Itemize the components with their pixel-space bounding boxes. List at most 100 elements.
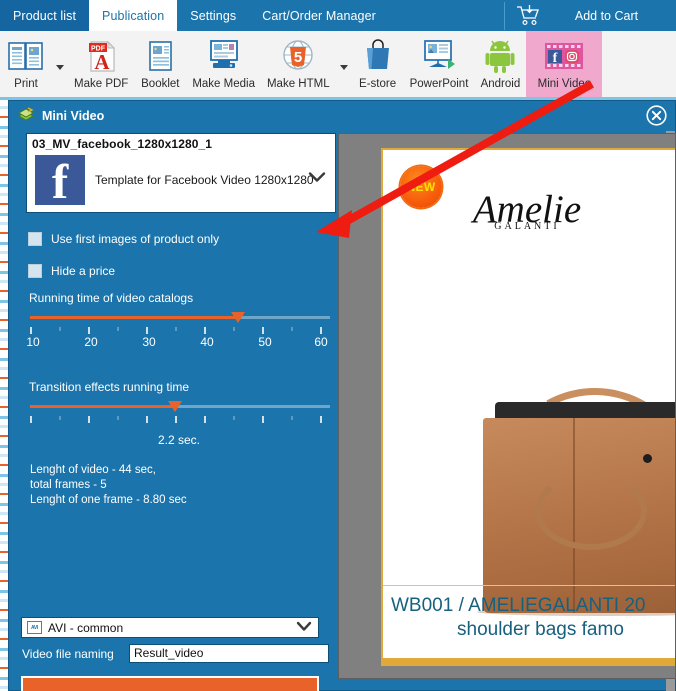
publication-ribbon: Print PDF A Make PDF Booklet Make Media …	[0, 31, 676, 100]
ribbon-make-media-button[interactable]: Make Media	[186, 31, 261, 100]
transition-time-label: Transition effects running time	[29, 380, 190, 394]
tab-product-list[interactable]: Product list	[0, 0, 90, 31]
ribbon-label: Android	[480, 78, 521, 90]
tick-label: 30	[142, 335, 156, 349]
slider-tick-labels: 10 20 30 40 50 60	[26, 335, 330, 351]
tab-label: Cart/Order Manager	[262, 8, 376, 23]
make-html-dropdown-caret[interactable]	[339, 65, 348, 70]
tick-label: 60	[314, 335, 328, 349]
video-info-block: Lenght of video - 44 sec, total frames -…	[30, 463, 187, 508]
social-video-filmstrip-icon: f	[539, 35, 589, 77]
tick-label: 10	[26, 335, 40, 349]
print-dropdown-caret[interactable]	[56, 65, 64, 70]
video-file-naming-input[interactable]: Result_video	[129, 644, 329, 663]
app-window: Product list Publication Settings Cart/O…	[0, 0, 676, 691]
booklet-page-icon	[143, 35, 177, 77]
info-line-2: total frames - 5	[30, 479, 107, 491]
ribbon-mini-video-button[interactable]: f Mini Video	[526, 31, 603, 100]
tab-settings[interactable]: Settings	[177, 0, 249, 31]
ribbon-make-html-button[interactable]: 5 Make HTML	[261, 31, 336, 100]
info-line-1: Lenght of video - 44 sec,	[30, 464, 156, 476]
facebook-logo-glyph: f	[51, 153, 69, 209]
ribbon-booklet-button[interactable]: Booklet	[134, 31, 186, 100]
ribbon-label: Make HTML	[266, 78, 330, 90]
video-preview-panel[interactable]: NEW Amelie GALANTI WB001 / AMELIEGALANTI…	[338, 133, 676, 679]
tick-label: 50	[258, 335, 272, 349]
background-left-strip	[0, 100, 8, 691]
badge-label: NEW	[406, 180, 436, 194]
ribbon-label: Print	[14, 78, 38, 90]
media-monitor-icon	[204, 35, 244, 77]
ribbon-label: Make Media	[192, 78, 255, 90]
info-line-3: Lenght of one frame - 8.80 sec	[30, 494, 187, 506]
add-to-cart-button[interactable]: Add to Cart	[504, 2, 676, 30]
html5-globe-icon: 5	[279, 35, 317, 77]
slider-thumb[interactable]	[168, 401, 182, 412]
checkbox-box[interactable]	[28, 264, 42, 278]
brand-subname: GALANTI	[494, 221, 560, 233]
video-format-select[interactable]: AVI AVI - common	[21, 617, 319, 638]
add-to-cart-label: Add to Cart	[574, 9, 639, 23]
running-time-label: Running time of video catalogs	[29, 291, 194, 305]
slider-ticks	[30, 416, 330, 423]
checkbox-box[interactable]	[28, 232, 42, 246]
slider-ticks	[30, 327, 330, 334]
chevron-down-icon[interactable]	[296, 619, 312, 637]
page-footer-bar	[383, 658, 675, 664]
dialog-title-label: Mini Video	[42, 108, 105, 123]
checkbox-hide-price[interactable]: Hide a price	[28, 264, 115, 278]
ribbon-make-pdf-button[interactable]: PDF A Make PDF	[68, 31, 134, 100]
template-name: 03_MV_facebook_1280x1280_1	[32, 137, 213, 151]
video-settings-panel: 03_MV_facebook_1280x1280_1 f Template fo…	[19, 133, 339, 691]
ribbon-label: Mini Video	[537, 78, 592, 90]
ribbon-label: PowerPoint	[409, 78, 469, 90]
ribbon-label: Make PDF	[74, 78, 129, 90]
chevron-down-icon[interactable]	[308, 170, 326, 188]
print-book-icon	[6, 35, 46, 77]
transition-value-text: 2.2 sec.	[157, 433, 201, 447]
ribbon-label: Booklet	[141, 78, 180, 90]
template-description: Template for Facebook Video 1280x1280	[95, 173, 314, 187]
tab-label: Settings	[190, 8, 237, 23]
tab-label: Publication	[102, 8, 165, 23]
preview-page: NEW Amelie GALANTI WB001 / AMELIEGALANTI…	[381, 148, 675, 666]
video-format-value: AVI - common	[48, 620, 124, 635]
svg-text:f: f	[553, 51, 558, 66]
presentation-screen-icon	[419, 35, 459, 77]
caption-line-1: WB001 / AMELIEGALANTI 20	[391, 595, 646, 616]
video-stack-icon	[17, 106, 35, 125]
caption-line-2: shoulder bags famo	[457, 619, 624, 640]
tick-label: 40	[200, 335, 214, 349]
product-caption: WB001 / AMELIEGALANTI 20 shoulder bags f…	[383, 585, 675, 642]
main-tabstrip: Product list Publication Settings Cart/O…	[0, 0, 676, 31]
status-badge: NEW	[400, 166, 442, 208]
tab-publication[interactable]: Publication	[89, 0, 178, 31]
create-video-button[interactable]: Create Video	[21, 676, 319, 691]
close-circle-icon[interactable]	[646, 105, 667, 126]
ribbon-print-button[interactable]: Print	[0, 31, 52, 100]
shopping-bag-icon	[362, 35, 394, 77]
facebook-logo-icon: f	[35, 153, 85, 209]
slider-thumb[interactable]	[231, 312, 245, 323]
shopping-cart-icon	[515, 4, 541, 29]
dialog-titlebar: Mini Video	[9, 101, 675, 130]
ribbon-powerpoint-button[interactable]: PowerPoint	[404, 31, 475, 100]
checkbox-use-first-images[interactable]: Use first images of product only	[28, 232, 219, 246]
checkbox-label: Hide a price	[51, 264, 116, 278]
svg-text:A: A	[95, 50, 111, 74]
slider-fill	[30, 405, 175, 408]
ribbon-label: E-store	[359, 78, 397, 90]
slider-fill	[30, 316, 238, 319]
checkbox-label: Use first images of product only	[51, 232, 220, 246]
ribbon-estore-button[interactable]: E-store	[352, 31, 404, 100]
svg-text:5: 5	[294, 49, 302, 66]
ribbon-android-button[interactable]: Android	[474, 31, 526, 100]
pdf-file-icon: PDF A	[82, 35, 120, 77]
tab-cart-order-manager[interactable]: Cart/Order Manager	[249, 0, 389, 31]
tick-label: 20	[84, 335, 98, 349]
template-selector[interactable]: 03_MV_facebook_1280x1280_1 f Template fo…	[26, 133, 336, 213]
android-robot-icon	[483, 35, 517, 77]
avi-file-icon: AVI	[27, 621, 42, 634]
tab-label: Product list	[13, 8, 77, 23]
brand-logo: Amelie GALANTI	[437, 190, 617, 233]
